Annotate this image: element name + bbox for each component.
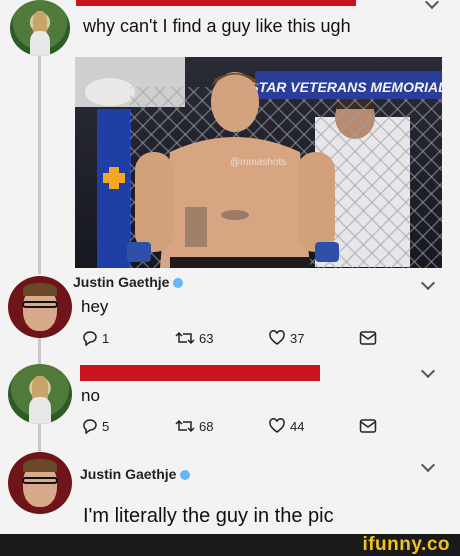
heart-icon bbox=[269, 418, 285, 433]
dm-button[interactable] bbox=[359, 418, 377, 434]
tweet-text: no bbox=[81, 386, 100, 405]
verified-icon bbox=[180, 470, 191, 481]
chevron-down-icon[interactable] bbox=[420, 457, 436, 473]
tweet-photo[interactable]: STAR VETERANS MEMORIAL @mmashots bbox=[75, 57, 442, 268]
fighter-photo-illustration: STAR VETERANS MEMORIAL @mmashots bbox=[75, 57, 442, 268]
heart-icon bbox=[269, 330, 285, 345]
banner-text: STAR VETERANS MEMORIAL bbox=[249, 79, 442, 95]
thread-line bbox=[38, 336, 41, 364]
like-count: 37 bbox=[290, 330, 305, 346]
reply-button[interactable]: 5 bbox=[82, 418, 109, 434]
display-name[interactable]: Justin Gaethje bbox=[73, 274, 184, 290]
photo-watermark: @mmashots bbox=[230, 157, 286, 168]
ifunny-logo: ifunny.co bbox=[362, 534, 450, 555]
like-button[interactable]: 37 bbox=[268, 330, 304, 346]
avatar[interactable] bbox=[10, 0, 70, 56]
thread-line bbox=[38, 424, 41, 452]
avatar-justin-gaethje[interactable] bbox=[8, 452, 72, 514]
dm-button[interactable] bbox=[359, 330, 377, 346]
reply-icon bbox=[83, 419, 97, 434]
avatar[interactable] bbox=[8, 364, 72, 424]
retweet-count: 63 bbox=[199, 330, 214, 346]
display-name[interactable]: Justin Gaethje bbox=[80, 466, 191, 482]
watermark-bar: ifunny.co bbox=[0, 534, 460, 556]
redacted-username bbox=[76, 0, 356, 6]
reply-count: 1 bbox=[102, 330, 110, 346]
retweet-icon bbox=[175, 331, 195, 345]
like-count: 44 bbox=[290, 418, 305, 434]
retweet-button[interactable]: 63 bbox=[175, 330, 213, 346]
tweet-text: I'm literally the guy in the pic bbox=[83, 505, 334, 527]
redacted-username bbox=[80, 365, 320, 381]
retweet-button[interactable]: 68 bbox=[175, 418, 213, 434]
chevron-down-icon[interactable] bbox=[424, 0, 440, 10]
envelope-icon bbox=[359, 419, 377, 433]
chevron-down-icon[interactable] bbox=[420, 363, 436, 379]
retweet-icon bbox=[175, 419, 195, 433]
envelope-icon bbox=[359, 331, 377, 345]
reply-icon bbox=[83, 331, 97, 346]
retweet-count: 68 bbox=[199, 418, 214, 434]
like-button[interactable]: 44 bbox=[268, 418, 304, 434]
thread-line bbox=[38, 56, 41, 274]
tweet-text: hey bbox=[81, 297, 109, 316]
verified-icon bbox=[173, 278, 184, 289]
reply-count: 5 bbox=[102, 418, 110, 434]
tweet-text: why can't I find a guy like this ugh bbox=[83, 16, 351, 36]
avatar-justin-gaethje[interactable] bbox=[8, 276, 72, 338]
chevron-down-icon[interactable] bbox=[420, 275, 436, 291]
reply-button[interactable]: 1 bbox=[82, 330, 109, 346]
